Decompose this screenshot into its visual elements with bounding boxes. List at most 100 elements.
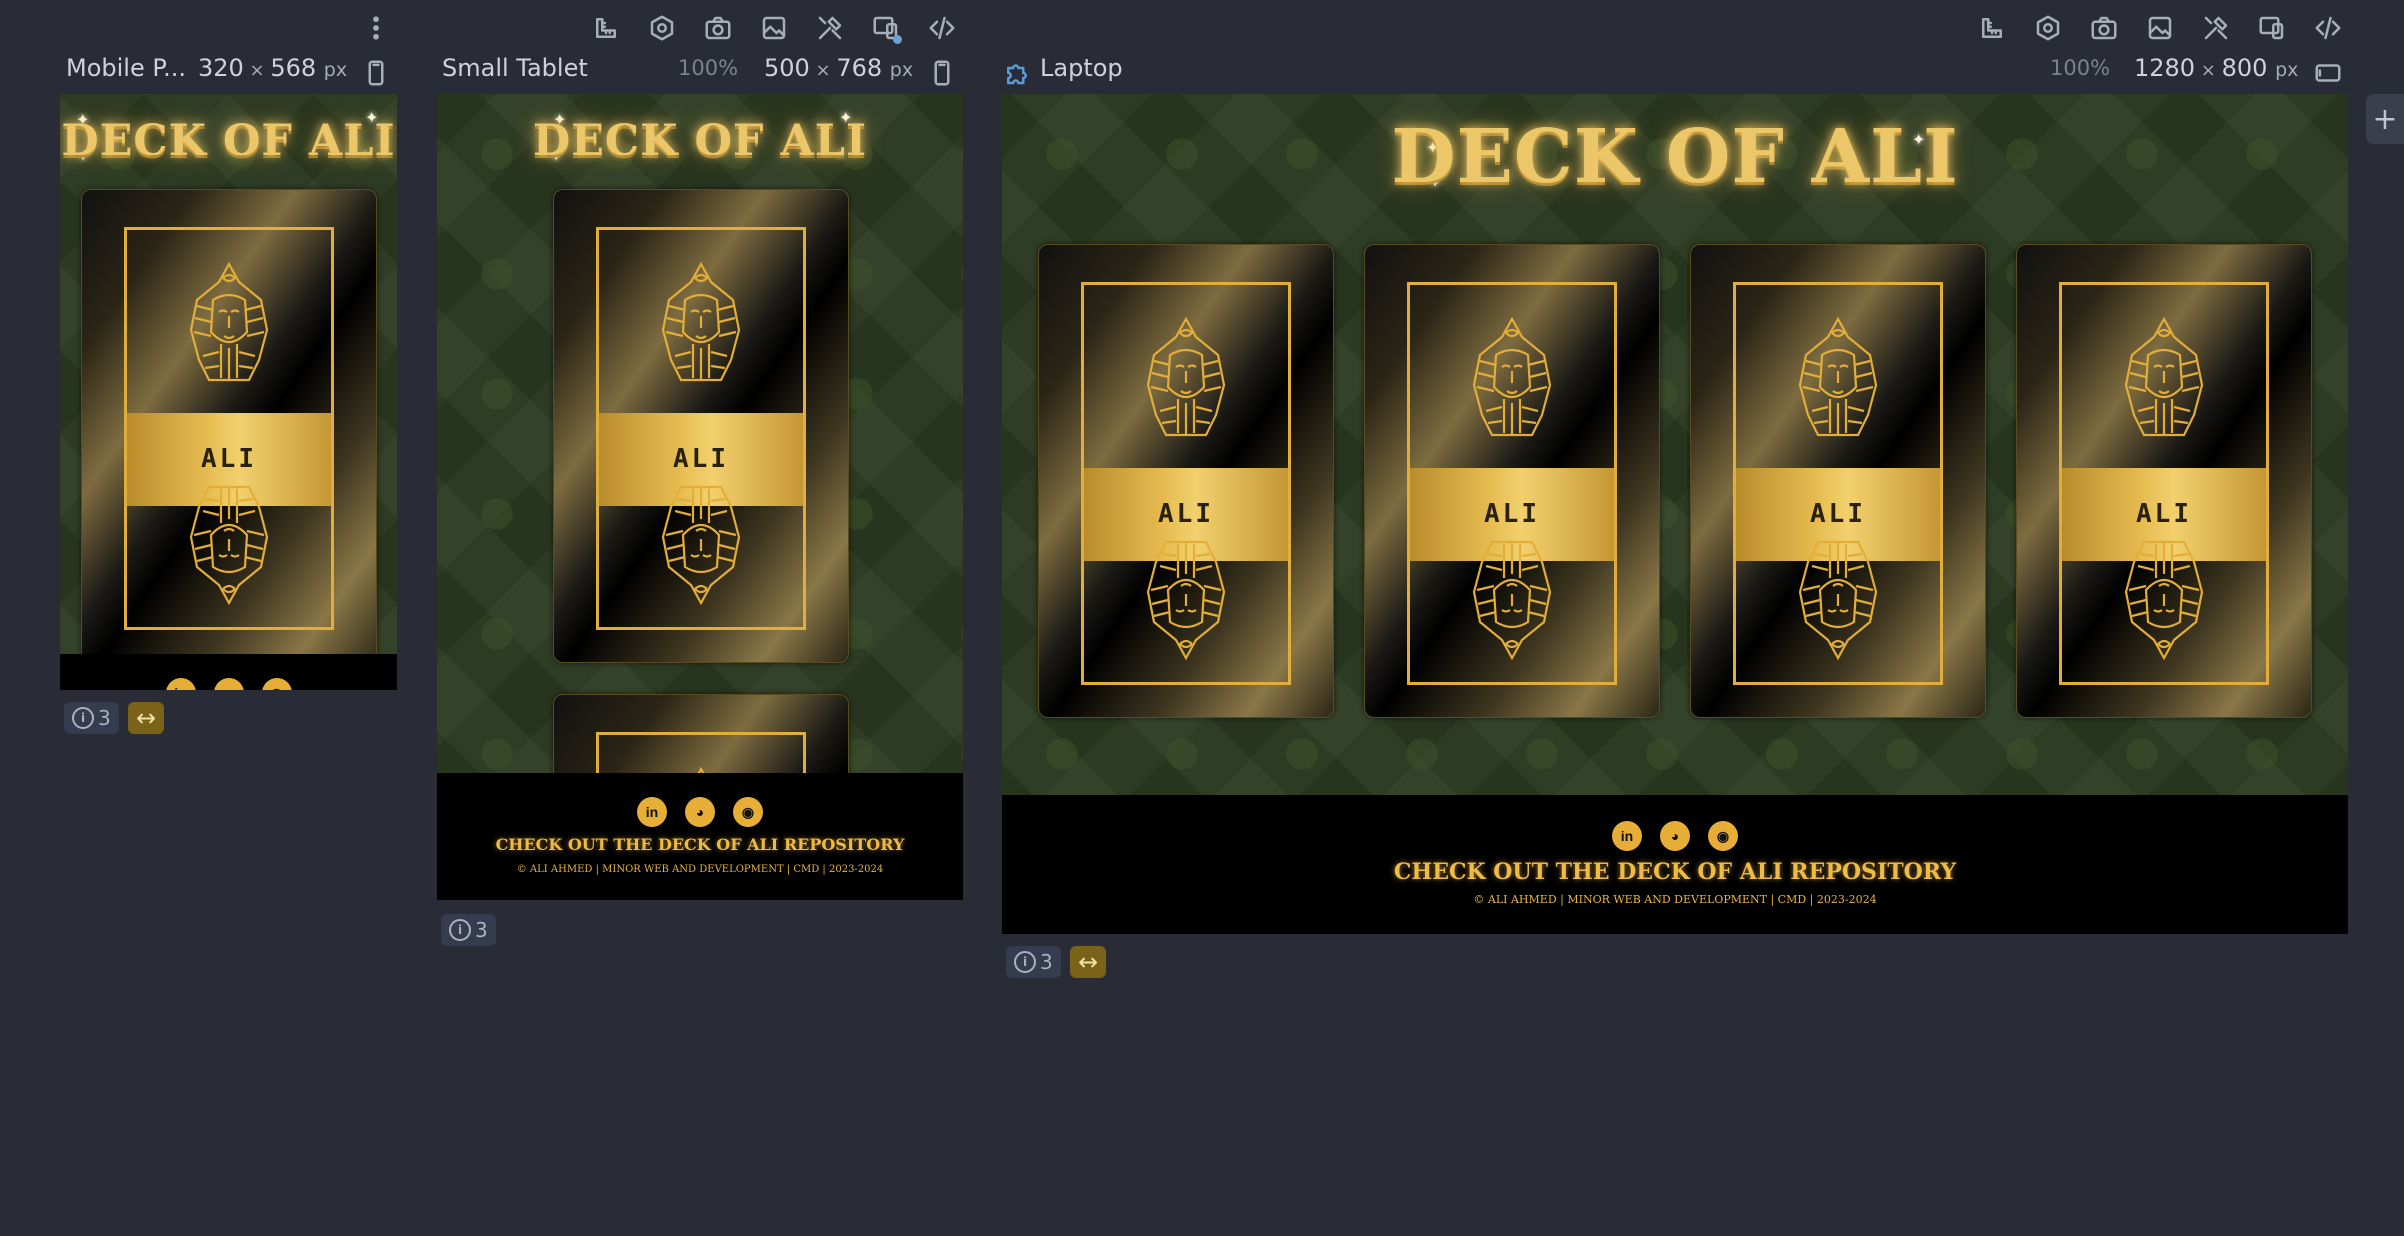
pharaoh-icon (1778, 537, 1898, 662)
copyright-text: © ALI AHMED | MINOR WEB AND DEVELOPMENT … (1473, 893, 1877, 906)
info-count: 3 (475, 918, 488, 942)
copyright-text: © ALI AHMED | MINOR WEB AND DEVELOPMENT … (516, 864, 884, 875)
image-icon[interactable] (2142, 10, 2178, 46)
linkedin-icon[interactable]: in (637, 797, 667, 827)
discord-icon[interactable]: ◕ (213, 678, 244, 690)
unit-label: px (889, 59, 914, 81)
tools-icon[interactable] (2198, 10, 2234, 46)
playing-card[interactable]: ALI (1038, 244, 1334, 718)
device-height: 568 (270, 54, 317, 82)
times-sign: × (243, 60, 271, 81)
pharaoh-icon (2104, 537, 2224, 662)
site-footer: in ◕ ◉ (60, 654, 397, 690)
camera-icon[interactable] (700, 10, 736, 46)
device-name-tablet[interactable]: Small Tablet (442, 54, 588, 82)
add-device-button[interactable]: + (2366, 94, 2404, 144)
viewport-tablet[interactable]: ✦ ✦ ✦ ✦ DECK OF ALI ALI in ◕ ◉ CHECK OUT… (437, 94, 963, 900)
site-title: DECK OF ALI (61, 116, 396, 166)
info-icon: i (449, 919, 471, 941)
pharaoh-icon (1452, 315, 1572, 440)
pharaoh-icon (169, 482, 289, 607)
device-width: 320 (198, 54, 244, 82)
linkedin-icon[interactable]: in (1612, 821, 1642, 851)
responsive-icon[interactable] (2254, 10, 2290, 46)
device-width: 500 (764, 54, 810, 82)
zoom-level-laptop[interactable]: 100% (2050, 56, 2110, 80)
device-size-mobile[interactable]: 320 × 568 px (198, 54, 347, 82)
puzzle-icon[interactable] (999, 55, 1035, 91)
pharaoh-icon (2104, 315, 2224, 440)
card-frame: ALI (1081, 282, 1291, 685)
phone-portrait-icon[interactable] (924, 55, 960, 91)
site-title: DECK OF ALI (532, 116, 868, 166)
code-icon[interactable] (2310, 10, 2346, 46)
pharaoh-icon (1126, 537, 1246, 662)
ruler-icon[interactable] (588, 10, 624, 46)
card-frame: ALI (1407, 282, 1617, 685)
linkedin-icon[interactable]: in (165, 678, 196, 690)
settings-hex-icon[interactable] (2030, 10, 2066, 46)
site-title: DECK OF ALI (1391, 114, 1959, 200)
viewport-mobile[interactable]: ✦ ✦ ✦ ✦ DECK OF ALI ALI in ◕ ◉ (60, 94, 397, 690)
playing-card[interactable]: ALI (81, 189, 377, 671)
camera-icon[interactable] (2086, 10, 2122, 46)
info-badge-laptop[interactable]: i3 (1006, 946, 1061, 978)
social-links: in ◕ ◉ (637, 797, 763, 827)
pharaoh-icon (641, 260, 761, 385)
times-sign: × (2195, 60, 2222, 81)
phone-portrait-icon[interactable] (358, 55, 394, 91)
info-badge-tablet[interactable]: i3 (441, 914, 496, 946)
device-name-mobile[interactable]: Mobile P... (66, 54, 186, 82)
discord-icon[interactable]: ◕ (685, 797, 715, 827)
device-name-laptop[interactable]: Laptop (1040, 54, 1123, 82)
playing-card[interactable]: ALI (1364, 244, 1660, 718)
responsive-icon[interactable] (868, 10, 904, 46)
github-icon[interactable]: ◉ (1708, 821, 1738, 851)
zoom-level-tablet[interactable]: 100% (678, 56, 738, 80)
viewport-laptop[interactable]: ✦ ✦ ✦ ✦ DECK OF ALI ALI ALI ALI ALI in ◕ ◉ … (1002, 94, 2348, 934)
github-icon[interactable]: ◉ (733, 797, 763, 827)
repository-link[interactable]: CHECK OUT THE DECK OF ALI REPOSITORY (437, 835, 963, 854)
code-icon[interactable] (924, 10, 960, 46)
image-icon[interactable] (756, 10, 792, 46)
pharaoh-icon (641, 482, 761, 607)
info-icon: i (1014, 951, 1036, 973)
device-size-tablet[interactable]: 500 × 768 px (764, 54, 913, 82)
device-height: 800 (2221, 54, 2268, 82)
site-footer: in ◕ ◉ CHECK OUT THE DECK OF ALI REPOSIT… (1002, 795, 2348, 934)
playing-card[interactable]: ALI (1690, 244, 1986, 718)
pharaoh-icon (169, 260, 289, 385)
pharaoh-icon (1778, 315, 1898, 440)
device-width: 1280 (2134, 54, 2196, 82)
social-links: in ◕ ◉ (1612, 821, 1738, 851)
social-links: in ◕ ◉ (165, 678, 292, 690)
unit-label: px (2275, 59, 2299, 81)
site-footer: in ◕ ◉ CHECK OUT THE DECK OF ALI REPOSIT… (437, 773, 963, 900)
ruler-icon[interactable] (1974, 10, 2010, 46)
unit-label: px (323, 59, 348, 81)
settings-hex-icon[interactable] (644, 10, 680, 46)
info-count: 3 (1040, 950, 1053, 974)
fit-width-button[interactable]: ↔ (128, 702, 164, 734)
tools-icon[interactable] (812, 10, 848, 46)
pharaoh-icon (1126, 315, 1246, 440)
playing-card[interactable]: ALI (553, 189, 849, 663)
fit-width-button[interactable]: ↔ (1070, 946, 1106, 978)
github-icon[interactable]: ◉ (261, 678, 292, 690)
info-count: 3 (98, 706, 111, 730)
card-frame: ALI (124, 227, 334, 630)
info-icon: i (72, 707, 94, 729)
card-frame: ALI (596, 227, 806, 630)
pharaoh-icon (1452, 537, 1572, 662)
card-frame: ALI (2059, 282, 2269, 685)
info-badge-mobile[interactable]: i3 (64, 702, 119, 734)
repository-link[interactable]: CHECK OUT THE DECK OF ALI REPOSITORY (1002, 859, 2348, 885)
times-sign: × (809, 60, 837, 81)
device-height: 768 (836, 54, 883, 82)
more-menu-icon[interactable] (358, 10, 394, 46)
tablet-landscape-icon[interactable] (2310, 55, 2346, 91)
device-size-laptop[interactable]: 1280 × 800 px (2134, 54, 2298, 82)
discord-icon[interactable]: ◕ (1660, 821, 1690, 851)
card-frame: ALI (1733, 282, 1943, 685)
playing-card[interactable]: ALI (2016, 244, 2312, 718)
